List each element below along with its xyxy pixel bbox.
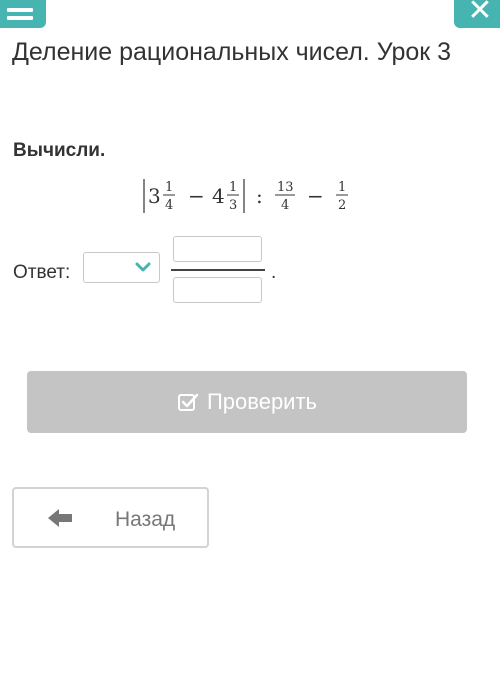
math-expression: 3 1 4 − 4 1 3 : 13 4 − 1 2	[142, 175, 357, 217]
frac2-num: 1	[338, 180, 346, 195]
close-button[interactable]: ✕	[454, 0, 500, 28]
task-prompt: Вычисли.	[13, 140, 106, 161]
frac1-den: 4	[281, 198, 289, 213]
chevron-down-icon	[135, 262, 151, 272]
denominator-input[interactable]	[173, 277, 262, 303]
mixed1-num: 1	[165, 180, 173, 195]
operator-divide: :	[256, 184, 263, 208]
checkbox-icon	[177, 393, 199, 411]
arrow-left-icon	[48, 509, 72, 527]
mixed1-den: 4	[165, 198, 173, 213]
check-button[interactable]: Проверить	[27, 371, 467, 433]
close-icon: ✕	[467, 0, 493, 28]
back-button[interactable]: Назад	[12, 487, 209, 548]
back-button-label: Назад	[115, 508, 176, 531]
answer-end-punctuation: .	[271, 262, 277, 283]
sign-select[interactable]	[83, 252, 160, 283]
frac1-num: 13	[277, 180, 294, 195]
operator-minus-1: −	[188, 184, 205, 208]
mixed2-den: 3	[229, 198, 237, 213]
mixed2-num: 1	[229, 180, 237, 195]
frac2-den: 2	[338, 198, 346, 213]
mixed2-whole: 4	[212, 184, 225, 208]
mixed1-whole: 3	[148, 184, 161, 208]
hamburger-icon	[7, 8, 33, 24]
check-button-label: Проверить	[206, 389, 318, 414]
operator-minus-2: −	[307, 184, 324, 208]
fraction-bar	[171, 269, 265, 271]
lesson-title: Деление рациональных чисел. Урок 3	[12, 38, 452, 66]
menu-button[interactable]	[0, 0, 46, 28]
answer-label: Ответ:	[13, 262, 71, 283]
numerator-input[interactable]	[173, 236, 262, 262]
